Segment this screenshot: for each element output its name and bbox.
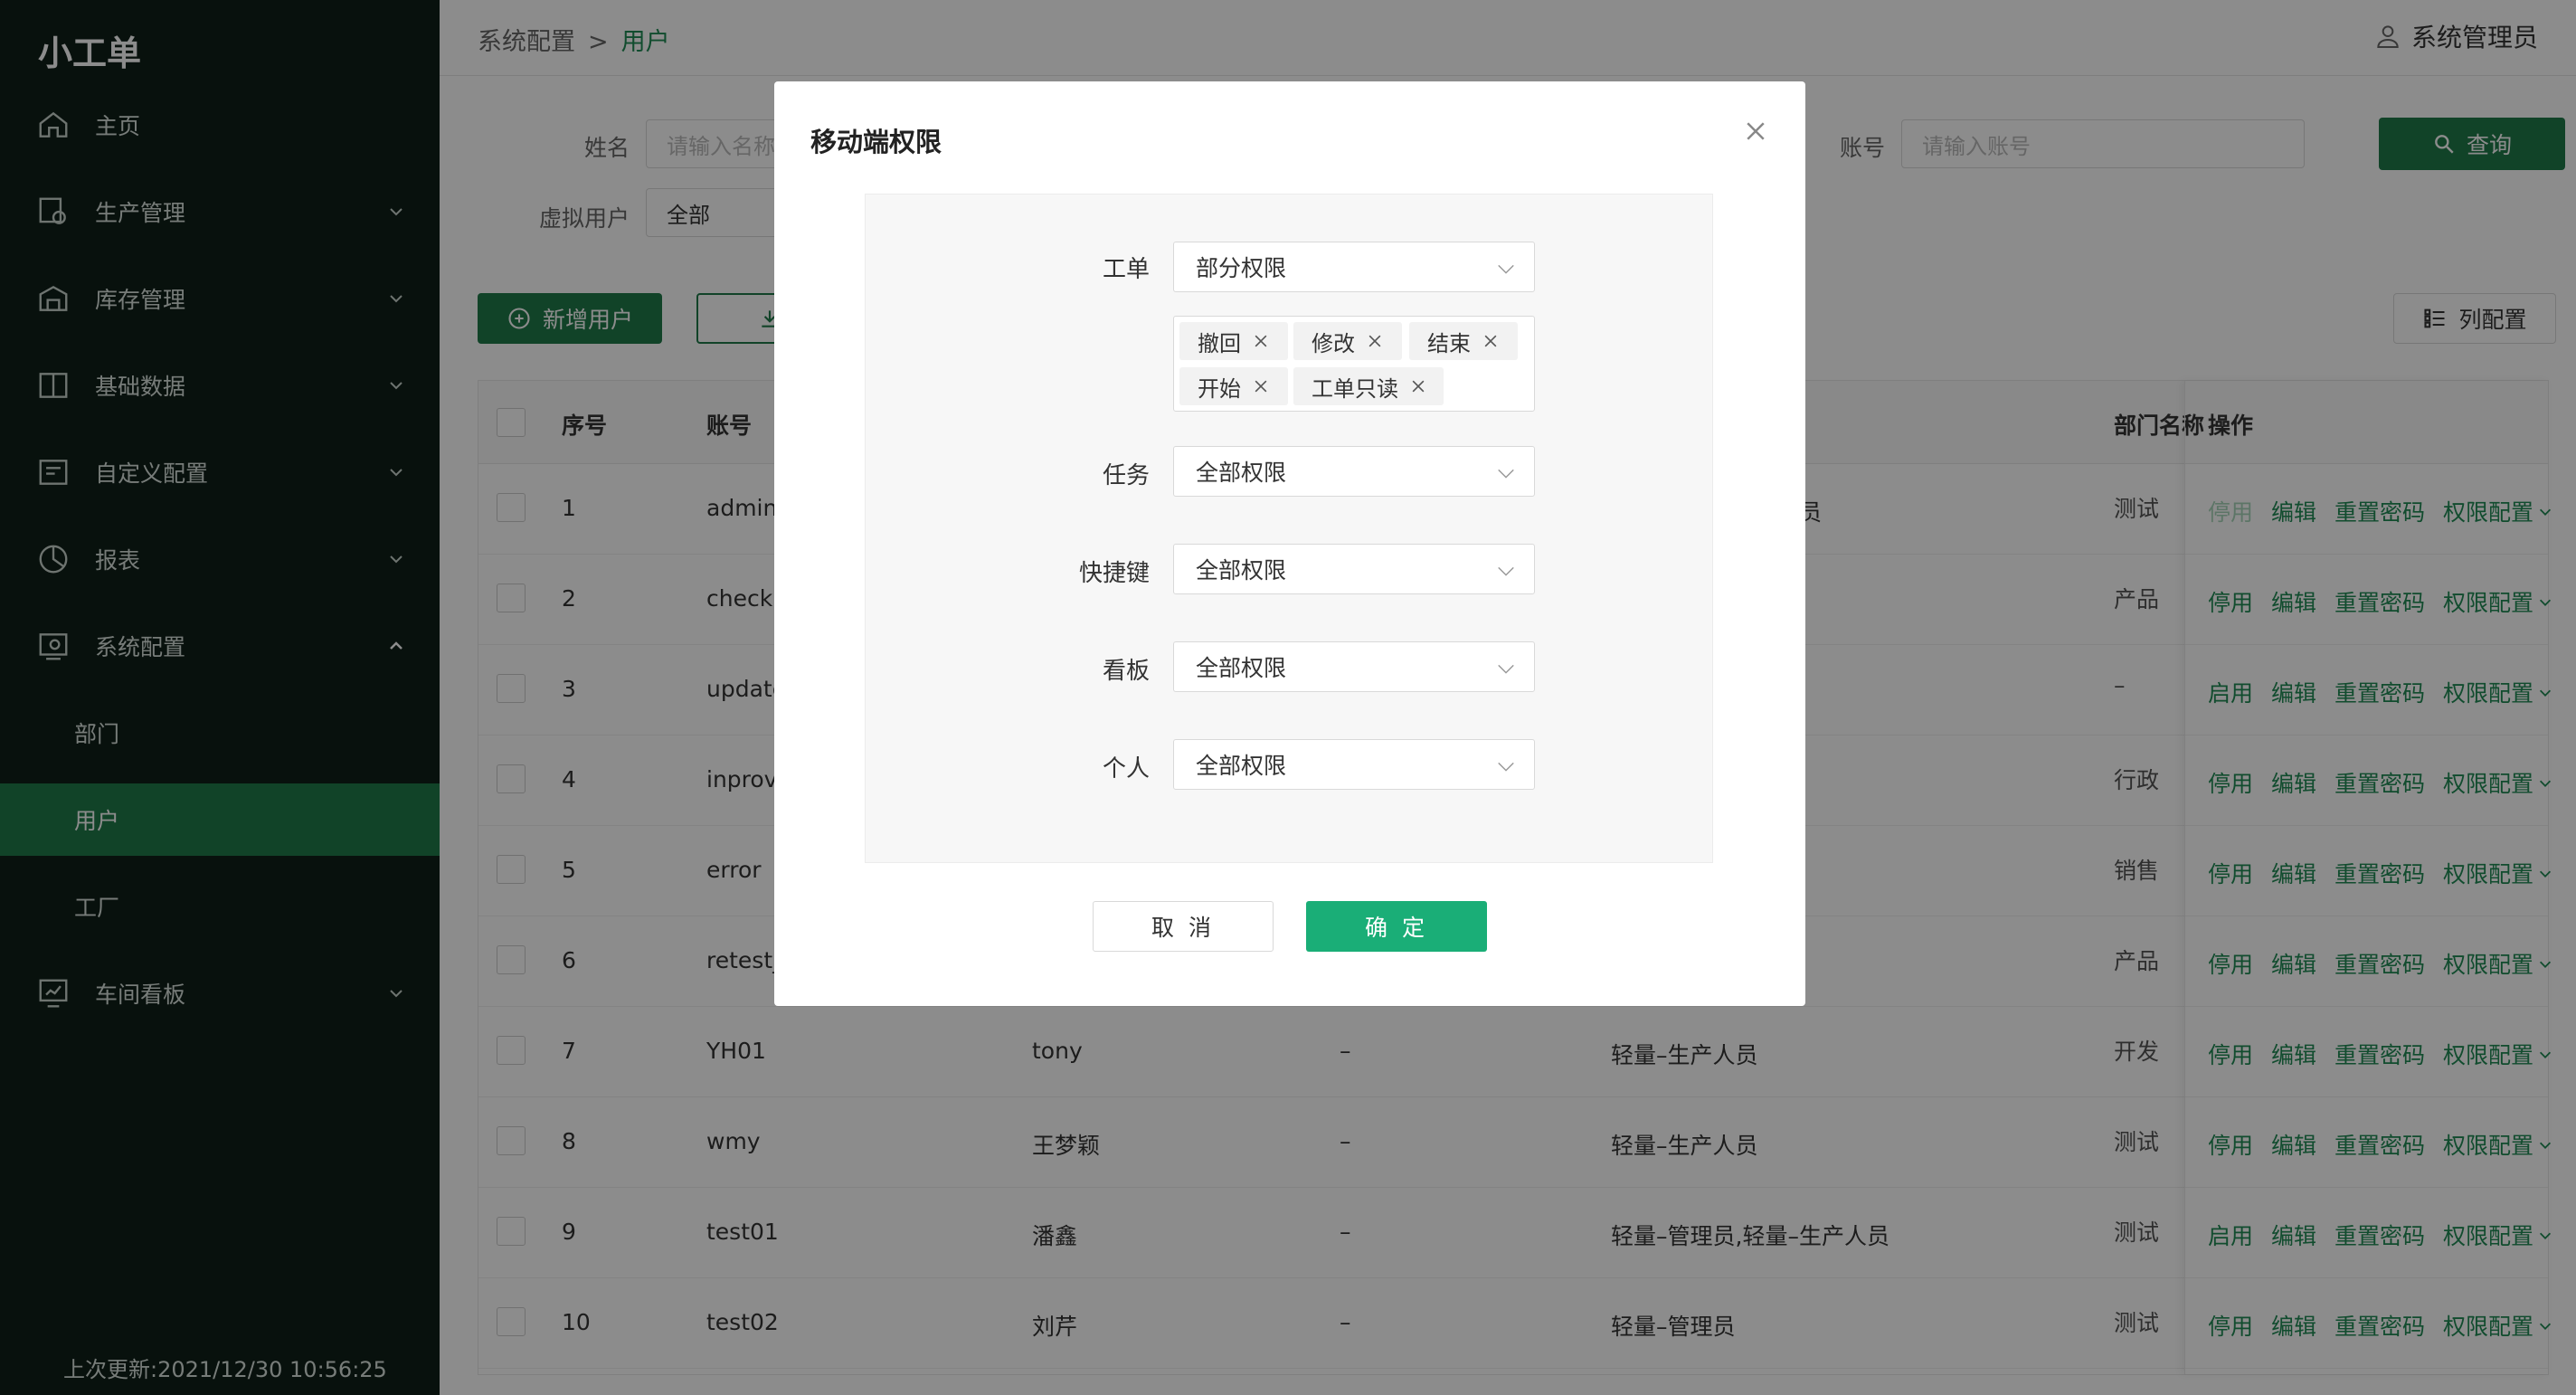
tag-label: 结束 xyxy=(1427,330,1471,356)
tag-label: 工单只读 xyxy=(1312,375,1398,402)
personal-select[interactable]: 全部权限 xyxy=(1173,739,1535,790)
mobile-permission-dialog: 移动端权限 工单 部分权限 撤回 修改 结束 开始 工单只读 任务 全部权限 快… xyxy=(774,81,1805,1006)
chevron-down-icon xyxy=(1498,264,1514,274)
tag-label: 开始 xyxy=(1198,375,1241,402)
shortcut-select[interactable]: 全部权限 xyxy=(1173,544,1535,594)
select-value: 部分权限 xyxy=(1196,255,1287,281)
tag-item: 结束 xyxy=(1409,322,1518,360)
workorder-tag-select[interactable]: 撤回 修改 结束 开始 工单只读 xyxy=(1173,316,1535,412)
permission-form: 工单 部分权限 撤回 修改 结束 开始 工单只读 任务 全部权限 快捷键 全部权… xyxy=(865,194,1713,863)
tag-item: 撤回 xyxy=(1179,322,1288,360)
dialog-title: 移动端权限 xyxy=(810,127,942,157)
select-value: 全部权限 xyxy=(1196,655,1287,681)
close-icon[interactable] xyxy=(1409,377,1427,395)
select-value: 全部权限 xyxy=(1196,460,1287,486)
select-value: 全部权限 xyxy=(1196,557,1287,584)
tag-item: 修改 xyxy=(1293,322,1402,360)
workorder-label: 工单 xyxy=(1102,256,1150,283)
close-icon[interactable] xyxy=(1366,332,1384,350)
board-select[interactable]: 全部权限 xyxy=(1173,641,1535,692)
cancel-button[interactable]: 取 消 xyxy=(1093,901,1274,952)
chevron-down-icon xyxy=(1498,469,1514,479)
close-icon[interactable] xyxy=(1252,332,1270,350)
task-select[interactable]: 全部权限 xyxy=(1173,446,1535,497)
tag-item: 开始 xyxy=(1179,367,1288,405)
workorder-select[interactable]: 部分权限 xyxy=(1173,242,1535,292)
select-value: 全部权限 xyxy=(1196,753,1287,779)
chevron-down-icon xyxy=(1498,664,1514,674)
task-label: 任务 xyxy=(1102,462,1150,489)
tag-label: 修改 xyxy=(1312,330,1355,356)
chevron-down-icon xyxy=(1498,762,1514,772)
confirm-button[interactable]: 确 定 xyxy=(1306,901,1487,952)
personal-label: 个人 xyxy=(1102,755,1150,783)
board-label: 看板 xyxy=(1102,658,1150,685)
close-icon[interactable] xyxy=(1482,332,1500,350)
close-icon[interactable] xyxy=(1252,377,1270,395)
close-icon[interactable] xyxy=(1742,118,1769,145)
tag-item: 工单只读 xyxy=(1293,367,1444,405)
tag-label: 撤回 xyxy=(1198,330,1241,356)
shortcut-label: 快捷键 xyxy=(1078,560,1150,587)
chevron-down-icon xyxy=(1498,566,1514,576)
